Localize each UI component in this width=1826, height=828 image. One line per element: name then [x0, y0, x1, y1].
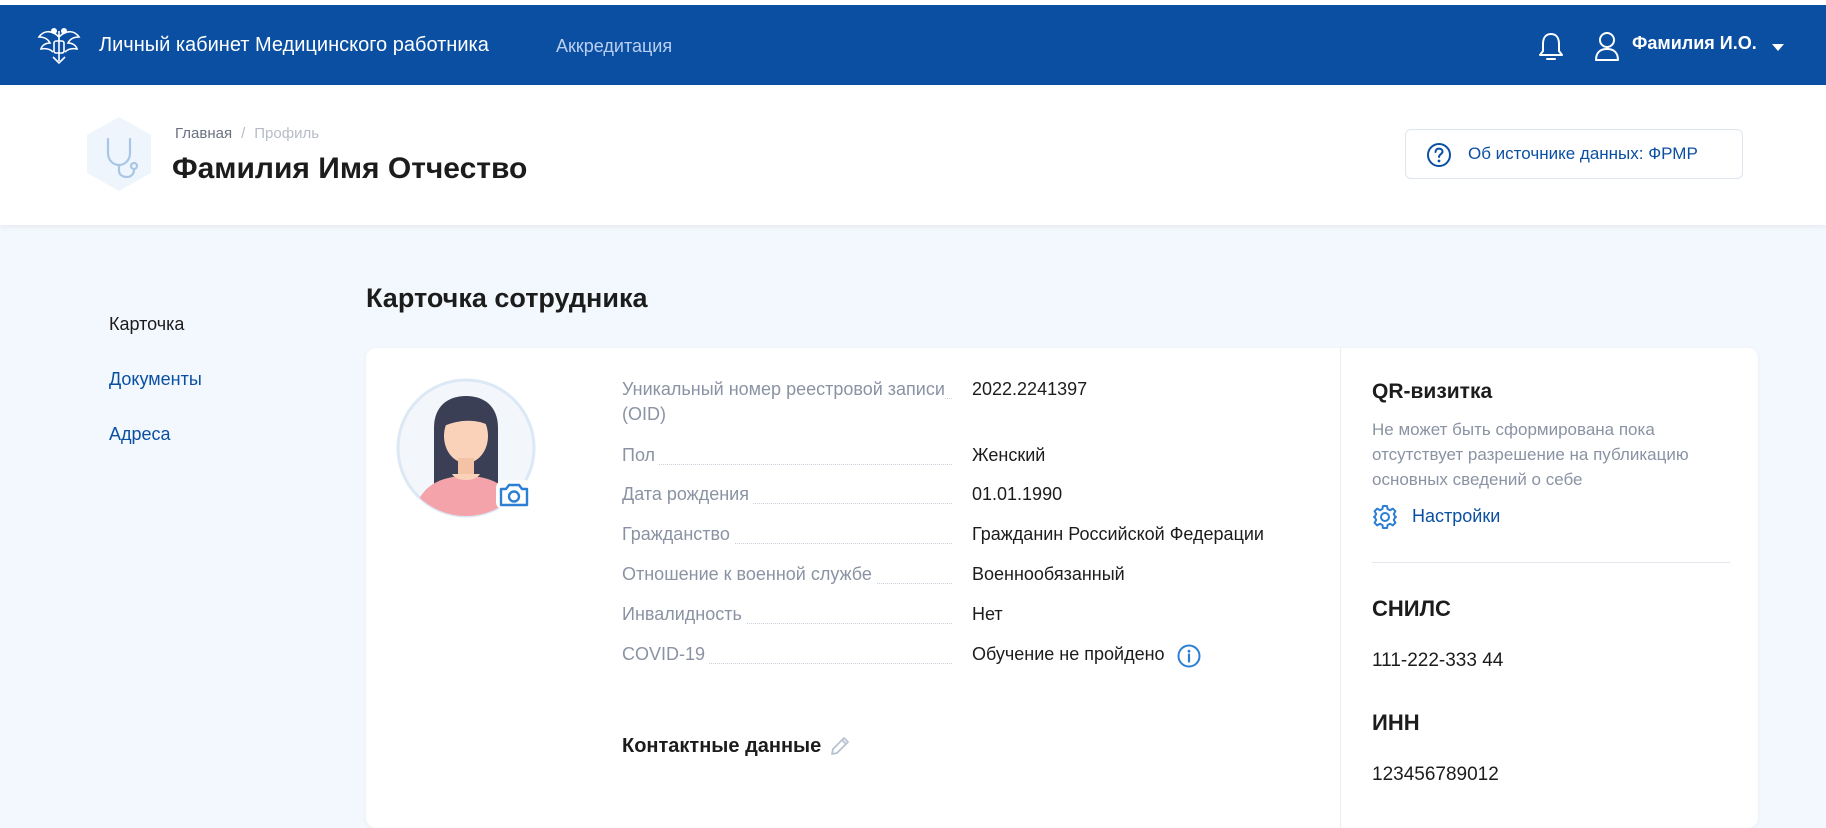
question-circle-icon	[1427, 143, 1451, 167]
inn-value: 123456789012	[1372, 764, 1499, 785]
nav-link-accreditation[interactable]: Аккредитация	[556, 36, 672, 57]
field-label: Дата рождения	[622, 482, 952, 507]
inn-title: ИНН	[1372, 710, 1420, 735]
field-value: 01.01.1990	[972, 484, 1063, 504]
info-icon[interactable]	[1177, 644, 1201, 668]
page-title: Фамилия Имя Отчество	[172, 152, 528, 185]
field-value: Военнообязанный	[972, 564, 1125, 584]
snils-value: 111-222-333 44	[1372, 650, 1504, 671]
field-label: Пол	[622, 443, 952, 468]
pencil-icon[interactable]	[828, 734, 852, 758]
bell-icon[interactable]	[1536, 30, 1566, 64]
field-value: Гражданин Российской Федерации	[972, 524, 1264, 544]
breadcrumb-current: Профиль	[254, 125, 320, 142]
user-menu-name[interactable]: Фамилия И.О.	[1632, 33, 1757, 54]
contacts-title: Контактные данные	[622, 735, 822, 757]
data-source-button[interactable]: Об источнике данных: ФРМР	[1405, 129, 1743, 179]
employee-card: Уникальный номер реестровой записи (OID)…	[366, 348, 1758, 828]
field-label: Гражданство	[622, 522, 952, 547]
app-title[interactable]: Личный кабинет Медицинского работника	[99, 34, 489, 57]
breadcrumb-home[interactable]: Главная	[175, 125, 232, 142]
stethoscope-icon	[87, 117, 151, 191]
field-value: Обучение не пройдено	[972, 644, 1165, 664]
field-label: Отношение к военной службе	[622, 562, 952, 587]
field-value: 2022.2241397	[972, 379, 1088, 399]
field-label: COVID-19	[622, 642, 952, 667]
breadcrumb-separator: /	[241, 125, 246, 142]
emblem-logo[interactable]	[36, 25, 82, 67]
card-divider	[1340, 348, 1341, 828]
sidebar-item-addresses[interactable]: Адреса	[109, 424, 171, 445]
data-source-button-label: Об источнике данных: ФРМР	[1468, 144, 1698, 163]
sidebar-item-card[interactable]: Карточка	[109, 314, 184, 335]
sidebar-item-documents[interactable]: Документы	[109, 369, 202, 390]
field-value: Нет	[972, 604, 1003, 624]
field-label: Инвалидность	[622, 602, 952, 627]
section-title: Карточка сотрудника	[366, 283, 648, 313]
breadcrumb: Главная / Профиль	[175, 125, 319, 142]
field-label: Уникальный номер реестровой записи (OID)	[622, 379, 945, 424]
divider	[1372, 562, 1730, 563]
camera-icon[interactable]	[494, 478, 534, 512]
user-icon[interactable]	[1593, 30, 1621, 62]
profile-header: Главная / Профиль Фамилия Имя Отчество Об …	[0, 85, 1826, 225]
snils-title: СНИЛС	[1372, 596, 1451, 621]
qr-card-title: QR-визитка	[1372, 380, 1493, 403]
settings-link[interactable]: Настройки	[1412, 506, 1500, 527]
gear-icon[interactable]	[1372, 504, 1398, 530]
qr-card-description: Не может быть сформирована пока отсутств…	[1372, 420, 1689, 489]
top-bar: Личный кабинет Медицинского работника Ак…	[0, 5, 1826, 85]
field-value: Женский	[972, 445, 1046, 465]
caret-down-icon[interactable]	[1772, 44, 1784, 51]
